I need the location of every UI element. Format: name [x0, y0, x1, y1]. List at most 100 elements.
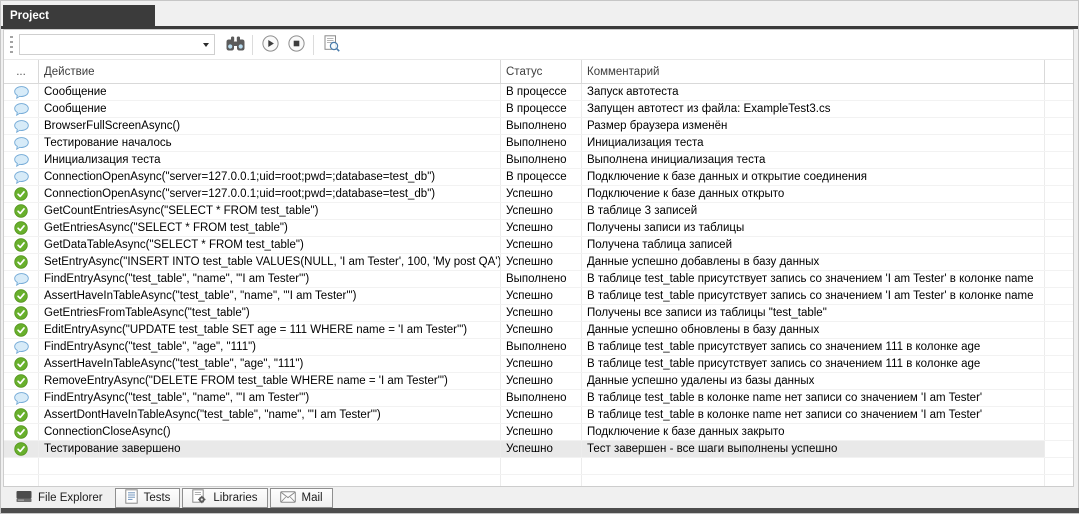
success-check-icon [14, 408, 28, 422]
status-cell: Выполнено [501, 118, 582, 134]
table-row[interactable]: Инициализация теста Выполнено Выполнена … [4, 152, 1073, 169]
table-row[interactable]: Тестирование завершено Успешно Тест заве… [4, 441, 1073, 458]
column-header-icon[interactable]: ... [4, 60, 39, 83]
row-filler-cell [1045, 390, 1073, 406]
success-check-icon [14, 187, 28, 201]
chat-bubble-icon [14, 273, 29, 286]
action-cell: BrowserFullScreenAsync() [39, 118, 501, 134]
success-check-icon [14, 238, 28, 252]
table-row[interactable]: AssertDontHaveInTableAsync("test_table",… [4, 407, 1073, 424]
table-row[interactable]: GetEntriesFromTableAsync("test_table") У… [4, 305, 1073, 322]
action-cell: Тестирование завершено [39, 441, 501, 457]
column-header-status[interactable]: Статус [501, 60, 582, 83]
comment-cell: Получена таблица записей [582, 237, 1045, 253]
run-button[interactable] [257, 32, 283, 57]
comment-cell: Подключение к базе данных открыто [582, 186, 1045, 202]
status-cell: Успешно [501, 305, 582, 321]
row-icon-cell [4, 101, 39, 117]
success-check-icon [14, 221, 28, 235]
chat-bubble-icon [14, 171, 29, 184]
tab-project[interactable]: Project [3, 5, 155, 26]
table-row[interactable]: AssertHaveInTableAsync("test_table", "na… [4, 288, 1073, 305]
tab-label: Libraries [213, 492, 257, 504]
table-row[interactable]: ConnectionOpenAsync("server=127.0.0.1;ui… [4, 186, 1073, 203]
status-cell: Успешно [501, 254, 582, 270]
toolbar-grip-handle[interactable] [10, 36, 13, 53]
status-cell: Успешно [501, 322, 582, 338]
tab-label: File Explorer [38, 492, 103, 504]
toolbar-separator [313, 35, 314, 55]
row-filler-cell [1045, 237, 1073, 253]
status-cell: Выполнено [501, 135, 582, 151]
tab-file-explorer[interactable]: File Explorer [6, 488, 113, 508]
table-row[interactable]: AssertHaveInTableAsync("test_table", "ag… [4, 356, 1073, 373]
table-row[interactable]: FindEntryAsync("test_table", "name", "'I… [4, 271, 1073, 288]
row-icon-cell [4, 237, 39, 253]
preview-button[interactable] [318, 32, 344, 57]
tab-libraries[interactable]: Libraries [182, 488, 267, 508]
comment-cell: В таблице test_table присутствует запись… [582, 339, 1045, 355]
table-row[interactable]: RemoveEntryAsync("DELETE FROM test_table… [4, 373, 1073, 390]
status-cell: Успешно [501, 441, 582, 457]
table-row[interactable]: ConnectionCloseAsync() Успешно Подключен… [4, 424, 1073, 441]
tab-label: Tests [144, 492, 171, 504]
row-filler-cell [1045, 288, 1073, 304]
toolbar-separator [252, 35, 253, 55]
row-filler-cell [1045, 339, 1073, 355]
row-filler-cell [1045, 271, 1073, 287]
table-row[interactable]: BrowserFullScreenAsync() Выполнено Разме… [4, 118, 1073, 135]
top-tabstrip: Project [1, 1, 1078, 26]
table-row[interactable]: SetEntryAsync("INSERT INTO test_table VA… [4, 254, 1073, 271]
row-filler-cell [1045, 254, 1073, 270]
comment-cell: Данные успешно обновлены в базу данных [582, 322, 1045, 338]
row-icon-cell [4, 271, 39, 287]
stop-button[interactable] [283, 32, 309, 57]
table-row[interactable]: GetEntriesAsync("SELECT * FROM test_tabl… [4, 220, 1073, 237]
row-icon-cell [4, 84, 39, 100]
comment-cell: Данные успешно удалены из базы данных [582, 373, 1045, 389]
find-button[interactable] [222, 32, 248, 57]
action-cell: EditEntryAsync("UPDATE test_table SET ag… [39, 322, 501, 338]
table-row[interactable]: FindEntryAsync("test_table", "name", "'I… [4, 390, 1073, 407]
column-header-action[interactable]: Действие [39, 60, 501, 83]
table-row[interactable]: Сообщение В процессе Запущен автотест из… [4, 101, 1073, 118]
comment-cell: Тест завершен - все шаги выполнены успеш… [582, 441, 1045, 457]
status-cell: Успешно [501, 203, 582, 219]
empty-row [4, 458, 1073, 475]
table-body: Сообщение В процессе Запуск автотеста Со… [4, 84, 1073, 458]
status-cell: Выполнено [501, 271, 582, 287]
table-row[interactable]: GetDataTableAsync("SELECT * FROM test_ta… [4, 237, 1073, 254]
tab-mail[interactable]: Mail [270, 488, 333, 508]
status-cell: Успешно [501, 424, 582, 440]
action-cell: AssertDontHaveInTableAsync("test_table",… [39, 407, 501, 423]
table-row[interactable]: Сообщение В процессе Запуск автотеста [4, 84, 1073, 101]
status-cell: Выполнено [501, 339, 582, 355]
project-panel: ... Действие Статус Комментарий Сообщени… [3, 29, 1074, 487]
table-row[interactable]: GetCountEntriesAsync("SELECT * FROM test… [4, 203, 1073, 220]
row-filler-cell [1045, 322, 1073, 338]
status-cell: Успешно [501, 407, 582, 423]
status-cell: Успешно [501, 288, 582, 304]
action-cell: AssertHaveInTableAsync("test_table", "na… [39, 288, 501, 304]
test-selector-combobox[interactable] [19, 34, 215, 55]
action-cell: ConnectionCloseAsync() [39, 424, 501, 440]
table-row[interactable]: ConnectionOpenAsync("server=127.0.0.1;ui… [4, 169, 1073, 186]
action-cell: FindEntryAsync("test_table", "name", "'I… [39, 390, 501, 406]
table-header: ... Действие Статус Комментарий [4, 59, 1073, 84]
comment-cell: В таблице 3 записей [582, 203, 1045, 219]
action-cell: Тестирование началось [39, 135, 501, 151]
table-row[interactable]: Тестирование началось Выполнено Инициали… [4, 135, 1073, 152]
test-document-icon [125, 489, 138, 507]
column-header-comment[interactable]: Комментарий [582, 60, 1045, 83]
comment-cell: Выполнена инициализация теста [582, 152, 1045, 168]
success-check-icon [14, 306, 28, 320]
success-check-icon [14, 442, 28, 456]
comment-cell: Размер браузера изменён [582, 118, 1045, 134]
row-icon-cell [4, 424, 39, 440]
tab-tests[interactable]: Tests [115, 488, 181, 508]
status-cell: Выполнено [501, 152, 582, 168]
table-row[interactable]: EditEntryAsync("UPDATE test_table SET ag… [4, 322, 1073, 339]
table-row[interactable]: FindEntryAsync("test_table", "age", "111… [4, 339, 1073, 356]
row-filler-cell [1045, 169, 1073, 185]
chat-bubble-icon [14, 341, 29, 354]
